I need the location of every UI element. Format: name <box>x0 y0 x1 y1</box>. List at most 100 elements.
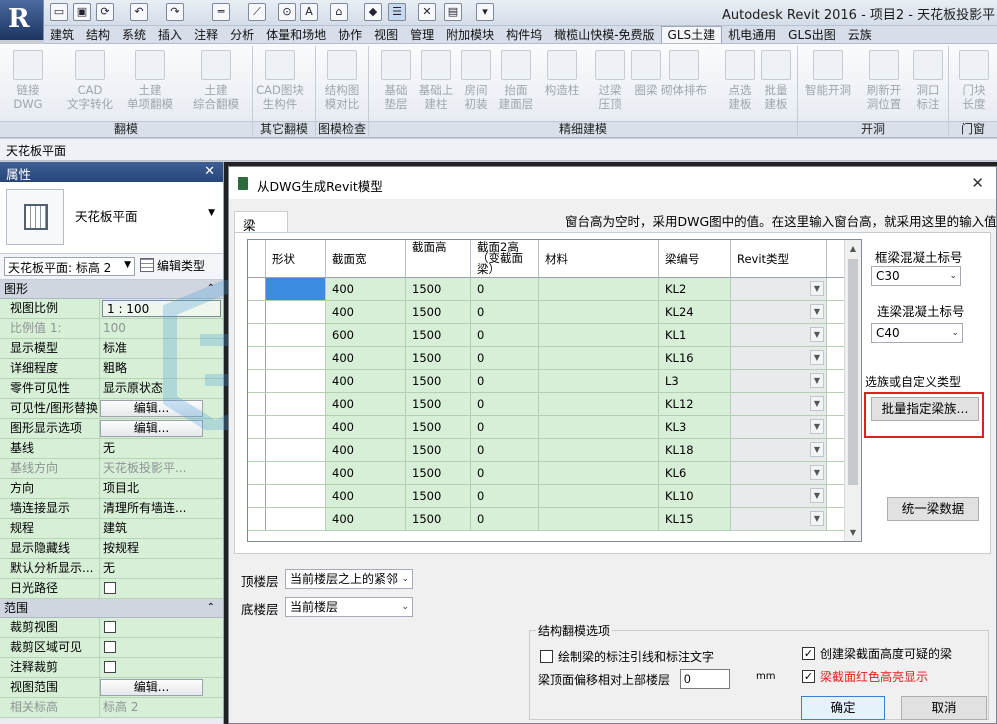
bottom-level-select[interactable]: 当前楼层 ⌄ <box>285 597 413 617</box>
ribbon-tab[interactable]: 视图 <box>368 27 404 43</box>
chevron-down-icon[interactable]: ▼ <box>810 396 824 411</box>
shape-cell[interactable] <box>266 462 326 484</box>
height2-cell[interactable]: 0 <box>471 508 539 530</box>
height-cell[interactable]: 1500 <box>406 301 471 323</box>
table-row[interactable]: 400 1500 0 KL16 ▼ <box>248 347 845 370</box>
property-value[interactable]: 1 : 100 <box>102 300 221 317</box>
table-row[interactable]: 400 1500 0 KL15 ▼ <box>248 508 845 531</box>
material-cell[interactable] <box>539 485 659 507</box>
tab-beam[interactable]: 梁 <box>234 211 288 233</box>
instance-selector[interactable]: 天花板平面: 标高 2 ▼ <box>4 257 135 276</box>
height-cell[interactable]: 1500 <box>406 324 471 346</box>
ribbon-button[interactable]: 刷新开 洞位置 <box>860 48 908 120</box>
link-beam-concrete-select[interactable]: C40 ⌄ <box>871 323 963 343</box>
column-header[interactable]: 梁编号 <box>659 240 731 277</box>
dialog-close-icon[interactable]: ✕ <box>971 174 984 192</box>
edit-type-button[interactable]: 编辑类型 <box>140 257 205 276</box>
beam-id-cell[interactable]: KL15 <box>659 508 731 530</box>
height2-cell[interactable]: 0 <box>471 278 539 300</box>
width-cell[interactable]: 400 <box>326 416 406 438</box>
revit-type-cell[interactable]: ▼ <box>731 439 827 461</box>
revit-type-cell[interactable]: ▼ <box>731 393 827 415</box>
beam-id-cell[interactable]: KL16 <box>659 347 731 369</box>
height2-cell[interactable]: 0 <box>471 416 539 438</box>
ribbon-tab[interactable]: 分析 <box>224 27 260 43</box>
chevron-down-icon[interactable]: ▼ <box>810 350 824 365</box>
ribbon-button[interactable]: 抬面 建面层 <box>492 48 540 120</box>
chevron-down-icon[interactable]: ▼ <box>810 373 824 388</box>
ribbon-tab[interactable]: 橄榄山快模-免费版 <box>548 27 660 43</box>
ribbon-button[interactable]: 批量 建板 <box>752 48 800 120</box>
switch-windows-icon[interactable]: ▤ <box>444 3 462 21</box>
property-value[interactable]: 粗略 <box>100 359 223 378</box>
chevron-down-icon[interactable]: ▼ <box>810 419 824 434</box>
ribbon-button[interactable]: 构造柱 <box>538 48 586 120</box>
tag-icon[interactable]: ⊙ <box>278 3 296 21</box>
row-header[interactable] <box>248 278 266 300</box>
chevron-down-icon[interactable]: ▼ <box>810 511 824 526</box>
beam-id-cell[interactable]: KL10 <box>659 485 731 507</box>
width-cell[interactable]: 400 <box>326 370 406 392</box>
table-row[interactable]: 400 1500 0 KL10 ▼ <box>248 485 845 508</box>
property-value[interactable]: 按规程 <box>100 539 223 558</box>
material-cell[interactable] <box>539 301 659 323</box>
width-cell[interactable]: 600 <box>326 324 406 346</box>
width-cell[interactable]: 400 <box>326 485 406 507</box>
revit-type-cell[interactable]: ▼ <box>731 370 827 392</box>
table-row[interactable]: 400 1500 0 KL12 ▼ <box>248 393 845 416</box>
shape-cell[interactable] <box>266 416 326 438</box>
ribbon-tab[interactable]: 系统 <box>116 27 152 43</box>
row-header[interactable] <box>248 462 266 484</box>
property-edit-button[interactable]: 编辑... <box>100 400 203 417</box>
open-icon[interactable]: ▭ <box>50 3 68 21</box>
row-header[interactable] <box>248 439 266 461</box>
ribbon-tab[interactable]: 插入 <box>152 27 188 43</box>
chevron-down-icon[interactable]: ▼ <box>810 281 824 296</box>
shape-cell[interactable] <box>266 278 326 300</box>
chevron-down-icon[interactable]: ▼ <box>810 327 824 342</box>
beam-id-cell[interactable]: KL18 <box>659 439 731 461</box>
table-row[interactable]: 400 1500 0 KL18 ▼ <box>248 439 845 462</box>
cancel-button[interactable]: 取消 <box>901 696 987 720</box>
height-cell[interactable]: 1500 <box>406 347 471 369</box>
customize-qat-icon[interactable]: ▾ <box>476 3 494 21</box>
ribbon-button[interactable]: 洞口 标注 <box>904 48 952 120</box>
height2-cell[interactable]: 0 <box>471 485 539 507</box>
beam-id-cell[interactable]: KL24 <box>659 301 731 323</box>
height-cell[interactable]: 1500 <box>406 462 471 484</box>
scroll-down-icon[interactable]: ▼ <box>845 524 861 541</box>
property-value[interactable]: 无 <box>100 559 223 578</box>
highlight-red-checkbox[interactable]: ✓ <box>802 670 815 683</box>
row-header[interactable] <box>248 485 266 507</box>
measure-icon[interactable]: ═ <box>212 3 230 21</box>
chevron-down-icon[interactable]: ▼ <box>810 465 824 480</box>
column-header[interactable]: 材料 <box>539 240 659 277</box>
ribbon-tab[interactable]: GLS土建 <box>660 26 723 43</box>
shape-cell[interactable] <box>266 370 326 392</box>
height2-cell[interactable]: 0 <box>471 462 539 484</box>
table-row[interactable]: 400 1500 0 L3 ▼ <box>248 370 845 393</box>
material-cell[interactable] <box>539 462 659 484</box>
3d-view-icon[interactable]: ⌂ <box>330 3 348 21</box>
ribbon-tab[interactable]: 注释 <box>188 27 224 43</box>
ribbon-button[interactable]: 链接DWG <box>4 48 52 120</box>
beam-table-scrollbar[interactable]: ▲ ▼ <box>844 240 861 541</box>
ribbon-tab[interactable]: 构件坞 <box>500 27 548 43</box>
save-icon[interactable]: ▣ <box>73 3 91 21</box>
dimension-icon[interactable]: ⟋ <box>248 3 266 21</box>
property-checkbox[interactable] <box>104 641 116 653</box>
height2-cell[interactable]: 0 <box>471 439 539 461</box>
close-hidden-windows-icon[interactable]: ✕ <box>418 3 436 21</box>
ribbon-tab[interactable]: 附加模块 <box>440 27 500 43</box>
shape-cell[interactable] <box>266 439 326 461</box>
shape-cell[interactable] <box>266 485 326 507</box>
row-header[interactable] <box>248 347 266 369</box>
width-cell[interactable]: 400 <box>326 393 406 415</box>
material-cell[interactable] <box>539 370 659 392</box>
row-header[interactable] <box>248 324 266 346</box>
type-dropdown-icon[interactable]: ▼ <box>208 208 215 218</box>
revit-type-cell[interactable]: ▼ <box>731 301 827 323</box>
material-cell[interactable] <box>539 347 659 369</box>
width-cell[interactable]: 400 <box>326 278 406 300</box>
row-header[interactable] <box>248 416 266 438</box>
